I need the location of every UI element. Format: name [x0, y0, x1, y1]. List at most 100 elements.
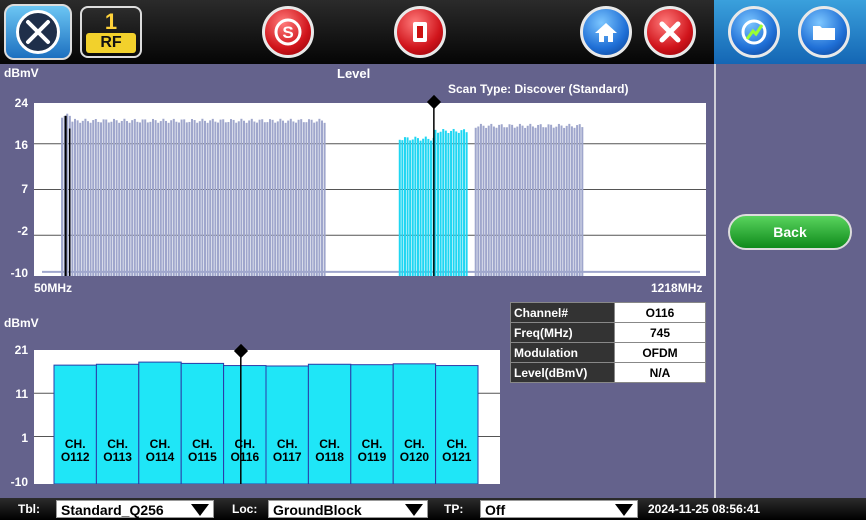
spectrum-bar — [444, 130, 447, 276]
spectrum-bar — [227, 122, 230, 276]
spectrum-bar — [115, 120, 118, 276]
spectrum-bar — [157, 122, 160, 276]
channel-bar — [223, 365, 267, 484]
spectrum-bar — [429, 140, 432, 276]
meter-button[interactable] — [728, 6, 780, 58]
info-key: Level(dBmV) — [510, 362, 615, 383]
spectrum-bar — [463, 129, 466, 276]
spectrum-chart[interactable] — [34, 103, 706, 276]
spectrum-bar — [427, 138, 430, 276]
spectrum-bar — [110, 121, 113, 276]
channel-label: O120 — [400, 450, 430, 464]
export-icon — [413, 22, 427, 42]
top-xtick-end: 1218MHz — [651, 281, 703, 295]
spectrum-bar — [159, 121, 162, 276]
tp-value: Off — [485, 502, 506, 518]
folder-button[interactable] — [798, 6, 850, 58]
rf-label: RF — [86, 33, 136, 53]
spectrum-bar — [232, 119, 235, 276]
loc-label: Loc: — [232, 502, 258, 516]
info-row-freq: Freq(MHz) 745 — [510, 322, 706, 343]
spectrum-bar — [97, 121, 100, 276]
spectrum-bar — [138, 122, 141, 276]
channel-bar — [350, 364, 394, 484]
spectrum-bar — [281, 120, 284, 276]
loc-select[interactable]: GroundBlock — [268, 500, 428, 518]
info-value: O116 — [614, 302, 706, 323]
info-row-level: Level(dBmV) N/A — [510, 362, 706, 383]
spectrum-bar — [485, 127, 488, 276]
spectrum-bar — [516, 126, 519, 276]
channel-label: O116 — [230, 450, 259, 464]
spectrum-bar — [216, 122, 219, 276]
spectrum-bar — [482, 125, 485, 276]
svg-text:S: S — [282, 23, 293, 42]
tp-select[interactable]: Off — [480, 500, 638, 518]
spectrum-bar — [552, 127, 555, 276]
spectrum-bar — [505, 127, 508, 276]
spectrum-bar — [563, 127, 566, 276]
spectrum-bar — [94, 119, 97, 276]
spectrum-bar — [434, 129, 437, 276]
tbl-select[interactable]: Standard_Q256 — [56, 500, 214, 518]
bottom-ytick: 11 — [15, 387, 28, 401]
spectrum-bar — [263, 122, 266, 276]
spectrum-bar — [229, 119, 232, 276]
channel-bar — [392, 363, 437, 484]
spectrum-bar — [289, 118, 292, 276]
spectrum-bar — [521, 125, 524, 276]
rf-port-button[interactable]: 1 RF — [80, 6, 142, 58]
top-chart-ylabel: dBmV — [4, 66, 39, 80]
folder-icon — [813, 26, 835, 40]
spectrum-bar — [258, 119, 261, 276]
channel-label: CH. — [107, 437, 128, 451]
spectrum-bar — [146, 122, 149, 276]
spectrum-bar — [565, 125, 568, 276]
export-button[interactable] — [394, 6, 446, 58]
channel-label: CH. — [319, 437, 340, 451]
channel-label: CH. — [150, 437, 171, 451]
spectrum-bar — [164, 120, 167, 276]
spectrum-bar — [274, 122, 277, 276]
channel-chart[interactable]: CH. O112 CH. O113 CH. O114 CH. O115 CH. O116 CH. O1… — [34, 350, 500, 484]
spectrum-bar — [235, 122, 238, 276]
spectrum-bar — [279, 118, 282, 276]
right-panel — [714, 64, 866, 498]
spectrum-bar — [162, 118, 165, 276]
spectrum-bar — [99, 122, 102, 276]
channel-label: O117 — [273, 450, 302, 464]
spectrum-bar — [313, 122, 316, 276]
info-key: Freq(MHz) — [510, 322, 615, 343]
channel-bar — [265, 365, 309, 484]
loc-value: GroundBlock — [273, 502, 362, 518]
top-ytick: 24 — [14, 96, 28, 110]
spectrum-bar — [112, 118, 115, 276]
spectrum-bar — [570, 126, 573, 276]
spectrum-bar — [474, 127, 477, 276]
info-value: N/A — [614, 362, 706, 383]
close-button[interactable] — [644, 6, 696, 58]
home-button[interactable] — [580, 6, 632, 58]
spectrum-bar — [86, 121, 89, 276]
meter-icon — [741, 19, 767, 45]
spectrum-bar — [149, 121, 152, 276]
back-button[interactable]: Back — [728, 214, 852, 250]
channel-label: O113 — [103, 450, 132, 464]
tools-button[interactable] — [4, 4, 72, 60]
spectrum-bar — [513, 127, 516, 276]
channel-bar — [307, 363, 352, 484]
spectrum-bar — [170, 120, 173, 276]
spectrum-bar — [196, 122, 199, 276]
spectrum-bar — [560, 125, 563, 276]
spectrum-bar — [555, 126, 558, 276]
spectrum-bar — [500, 124, 503, 276]
scan-button[interactable]: S — [262, 6, 314, 58]
spectrum-bar — [460, 130, 463, 276]
spectrum-bar — [172, 118, 175, 276]
top-ytick: 7 — [21, 182, 28, 196]
spectrum-bar — [411, 139, 414, 276]
chevron-down-icon — [191, 504, 209, 516]
bottom-ytick: 1 — [21, 431, 28, 445]
spectrum-bar — [73, 118, 76, 276]
info-key: Channel# — [510, 302, 615, 323]
